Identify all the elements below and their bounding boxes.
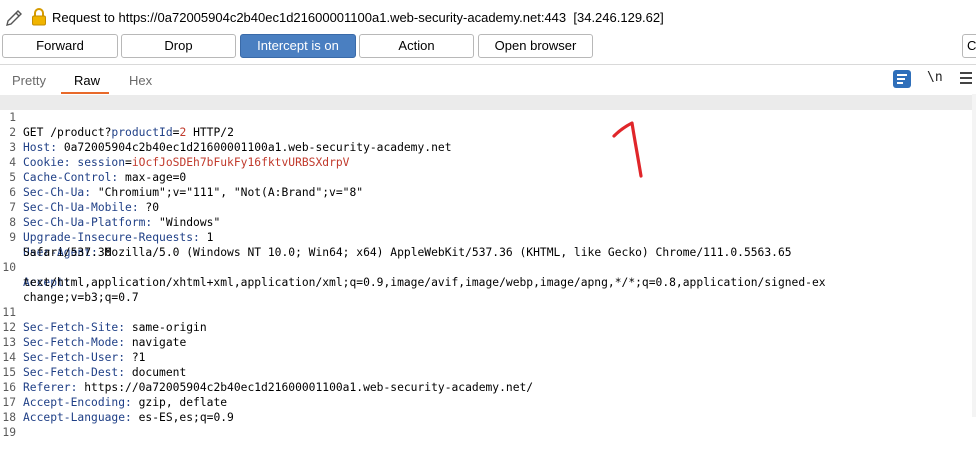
header-line: 15 Referer: https://0a72005904c2b40ec1d2… xyxy=(0,350,976,394)
header-line: 16 Accept-Encoding: gzip, deflate xyxy=(0,365,976,409)
header-line: 9 User-Agent: Mozilla/5.0 (Windows NT 10… xyxy=(0,215,976,259)
header-line: 3 Cookie: session=iOcfJoSDEh7bFukFy16fkt… xyxy=(0,125,976,169)
intercept-toggle-button[interactable]: Intercept is on xyxy=(240,34,356,58)
header-line: 17 Accept-Language: es-ES,es;q=0.9 xyxy=(0,380,976,424)
header-line: 7 Sec-Ch-Ua-Platform: "Windows" xyxy=(0,185,976,229)
handwritten-annotation-one xyxy=(612,121,643,178)
request-ip: [34.246.129.62] xyxy=(573,10,664,25)
header-line: 13 Sec-Fetch-User: ?1 xyxy=(0,320,976,364)
empty-line: 18 xyxy=(0,395,976,424)
request-host-url: https://0a72005904c2b40ec1d21600001100a1… xyxy=(118,10,567,25)
open-browser-button[interactable]: Open browser xyxy=(478,34,593,58)
request-header-bar: Request to https://0a72005904c2b40ec1d21… xyxy=(0,0,976,34)
tab-hex[interactable]: Hex xyxy=(129,73,152,88)
hamburger-menu-icon[interactable] xyxy=(960,71,972,85)
toolbar-divider xyxy=(0,64,976,65)
tab-raw[interactable]: Raw xyxy=(74,73,100,88)
request-prefix: Request to xyxy=(52,10,119,25)
header-line-continuation: change;v=b3;q=0.7 xyxy=(0,275,976,304)
header-line: 12 Sec-Fetch-Mode: navigate xyxy=(0,305,976,349)
action-button[interactable]: Action xyxy=(359,34,474,58)
header-line: 11 Sec-Fetch-Site: same-origin xyxy=(0,290,976,334)
drop-button[interactable]: Drop xyxy=(121,34,236,58)
empty-line: 19 xyxy=(0,410,976,439)
header-line: 5 Sec-Ch-Ua: "Chromium";v="111", "Not(A:… xyxy=(0,155,976,199)
forward-button[interactable]: Forward xyxy=(2,34,118,58)
header-line: 6 Sec-Ch-Ua-Mobile: ?0 xyxy=(0,170,976,214)
header-line: 4 Cache-Control: max-age=0 xyxy=(0,140,976,184)
intercept-toolbar: Forward Drop Intercept is on Action Open… xyxy=(0,34,976,60)
request-line: 1 GET /product?productId=2 HTTP/2 xyxy=(0,95,972,139)
header-line: 10 Accept: xyxy=(0,245,976,289)
lock-icon xyxy=(32,8,46,26)
tab-pretty[interactable]: Pretty xyxy=(12,73,46,88)
message-view-tabs: Pretty Raw Hex xyxy=(0,66,976,94)
search-input[interactable]: C xyxy=(962,34,976,58)
raw-request-editor[interactable]: 1 GET /product?productId=2 HTTP/2 2 Host… xyxy=(0,94,976,439)
header-line: 2 Host: 0a72005904c2b40ec1d21600001100a1… xyxy=(0,110,976,154)
line-number: 19 xyxy=(2,426,16,439)
header-line: 14 Sec-Fetch-Dest: document xyxy=(0,335,976,379)
header-line: 8 Upgrade-Insecure-Requests: 1 xyxy=(0,200,976,244)
request-target: Request to https://0a72005904c2b40ec1d21… xyxy=(52,10,664,25)
word-wrap-icon[interactable] xyxy=(893,70,911,88)
show-newlines-toggle[interactable]: \n xyxy=(927,70,943,85)
header-line-continuation: Safari/537.36 xyxy=(0,230,976,259)
pencil-icon[interactable] xyxy=(4,8,24,28)
header-line-continuation: text/html,application/xhtml+xml,applicat… xyxy=(0,260,976,289)
editor-scrollbar[interactable] xyxy=(972,94,976,417)
